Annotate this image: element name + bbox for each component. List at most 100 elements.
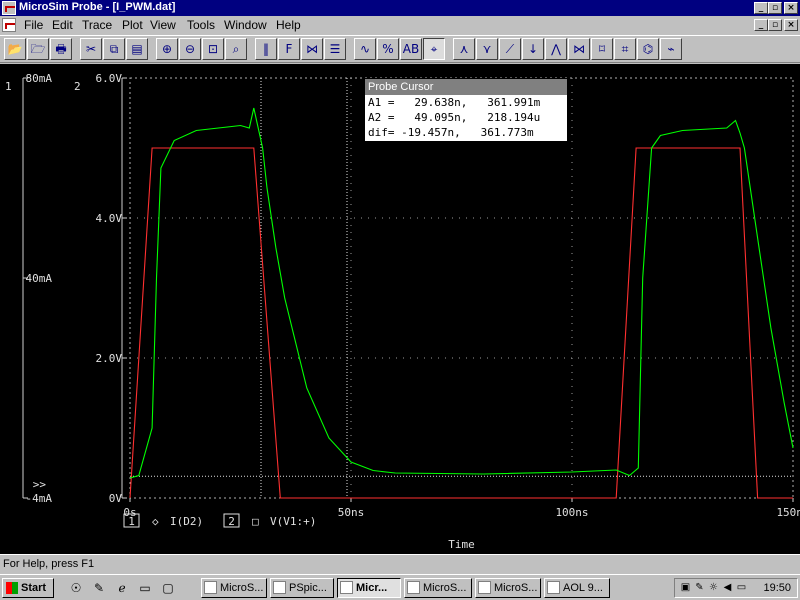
eval-goal-icon[interactable]: ☰ [324, 38, 346, 60]
axis1-tick-label: 80mA [26, 72, 53, 85]
legend-label-1: I(D2) [170, 515, 203, 528]
ie-icon[interactable]: ℯ [114, 580, 130, 596]
tray-speaker-icon[interactable]: ◀ [721, 581, 734, 594]
zoom-out-icon[interactable]: ⊖ [179, 38, 201, 60]
window-title: MicroSim Probe - [I_PWM.dat] [19, 1, 176, 13]
zoom-area-icon[interactable]: ⊡ [202, 38, 224, 60]
menu-trace[interactable]: Trace [82, 18, 112, 32]
mark-label-icon[interactable]: ⌬ [637, 38, 659, 60]
task-app-icon [340, 581, 353, 594]
tray-monitor-icon[interactable]: ▭ [735, 581, 748, 594]
x-tick-label: 150ns [776, 506, 800, 519]
close-icon[interactable]: × [784, 2, 798, 14]
axis2-tick-label: 6.0V [96, 72, 123, 85]
open-folder-icon[interactable]: 📂 [4, 38, 26, 60]
legend-index-2: 2 [228, 515, 235, 528]
cursor-max-icon[interactable]: ⋀ [545, 38, 567, 60]
cursor-min-icon[interactable]: ↓ [522, 38, 544, 60]
legend-label-2: V(V1:+) [270, 515, 316, 528]
label-mark-icon[interactable]: % [377, 38, 399, 60]
x-tick-label: 50ns [338, 506, 365, 519]
internet-icon[interactable]: ☉ [68, 580, 84, 596]
taskbar-task-4[interactable]: MicroS... [475, 578, 541, 598]
edit-icon[interactable]: ✎ [91, 580, 107, 596]
title-bar: MicroSim Probe - [I_PWM.dat] _ ▫ × [0, 0, 800, 16]
zoom-in-icon[interactable]: ⊕ [156, 38, 178, 60]
task-label: MicroS... [423, 582, 467, 594]
status-text: For Help, press F1 [3, 558, 95, 570]
taskbar-task-2[interactable]: Micr... [337, 578, 401, 598]
task-app-icon [407, 581, 420, 594]
cursor-search-icon[interactable]: ⌑ [591, 38, 613, 60]
axis2-tick-label: 2.0V [96, 352, 123, 365]
doc-close-icon[interactable]: × [784, 19, 798, 31]
taskbar-task-3[interactable]: MicroS... [404, 578, 472, 598]
tray-pen-icon[interactable]: ✎ [693, 581, 706, 594]
menu-help[interactable]: Help [276, 18, 301, 32]
tray-computer-icon[interactable]: ▣ [679, 581, 692, 594]
menu-edit[interactable]: Edit [52, 18, 73, 32]
cut-icon[interactable]: ✂ [80, 38, 102, 60]
minimize-icon[interactable]: _ [754, 2, 768, 14]
task-label: MicroS... [494, 582, 538, 594]
cursor-peak-icon[interactable]: ⋏ [453, 38, 475, 60]
cursor-next-icon[interactable]: ⌗ [614, 38, 636, 60]
task-label: AOL 9... [563, 582, 603, 594]
cursor-a1-readout: A1 = 29.638n, 361.991m [368, 96, 541, 109]
axis1-tick-label: 40mA [26, 272, 53, 285]
task-app-icon [204, 581, 217, 594]
paste-icon[interactable]: ▤ [126, 38, 148, 60]
print-icon[interactable]: 🖶 [50, 38, 72, 60]
maximize-icon[interactable]: ▫ [768, 2, 782, 14]
doc-minimize-icon[interactable]: _ [754, 19, 768, 31]
menu-view[interactable]: View [150, 18, 176, 32]
zoom-fit-icon[interactable]: ⌕ [225, 38, 247, 60]
task-label: MicroS... [220, 582, 264, 594]
copy-icon[interactable]: ⧉ [103, 38, 125, 60]
series-line-id2 [129, 107, 794, 479]
performance-icon[interactable]: ⋈ [301, 38, 323, 60]
cursor-point-icon[interactable]: ⋈ [568, 38, 590, 60]
cursor-mode-icon[interactable]: ⌖ [423, 38, 445, 60]
task-app-icon [273, 581, 286, 594]
series-line-vv1 [129, 147, 793, 499]
document-icon[interactable] [2, 18, 16, 32]
status-bar: For Help, press F1 [0, 554, 800, 574]
start-button[interactable]: Start [2, 578, 54, 598]
system-tray: ▣ ✎ ☼ ◀ ▭ 19:50 [674, 578, 798, 598]
legend-marker-1: ◇ [152, 515, 159, 528]
fft-icon[interactable]: F [278, 38, 300, 60]
taskbar-task-0[interactable]: MicroS... [201, 578, 267, 598]
doc-restore-icon[interactable]: ▫ [768, 19, 782, 31]
text-label-icon[interactable]: AB [400, 38, 422, 60]
axis2-tick-label: 0V [109, 492, 123, 505]
open-file-icon[interactable]: 🗁 [27, 38, 49, 60]
add-trace-icon[interactable]: ∿ [354, 38, 376, 60]
cursor-trough-icon[interactable]: ⋎ [476, 38, 498, 60]
menu-window[interactable]: Window [224, 18, 267, 32]
log-x-icon[interactable]: ‖ [255, 38, 277, 60]
cursor-slope-icon[interactable]: ⟋ [499, 38, 521, 60]
menu-file[interactable]: File [24, 18, 43, 32]
menu-bar: File Edit Trace Plot View Tools Window H… [0, 16, 800, 34]
menu-tools[interactable]: Tools [187, 18, 215, 32]
taskbar-task-1[interactable]: PSpic... [270, 578, 334, 598]
probe-cursor-title[interactable]: Probe Cursor [365, 79, 567, 95]
x-tick-label: 100ns [555, 506, 588, 519]
taskbar-task-5[interactable]: AOL 9... [544, 578, 610, 598]
folder-icon[interactable]: ▢ [160, 580, 176, 596]
axis2-tick-label: 4.0V [96, 212, 123, 225]
cursor-a2-readout: A2 = 49.095n, 218.194u [368, 111, 541, 124]
legend-marker-2: □ [252, 515, 259, 528]
axis2-tag: 2 [74, 80, 81, 93]
app-icon[interactable] [2, 1, 16, 15]
probe-cursor-window[interactable]: Probe Cursor A1 = 29.638n, 361.991m A2 =… [364, 78, 568, 142]
tray-sun-icon[interactable]: ☼ [707, 581, 720, 594]
mark-data-icon[interactable]: ⌁ [660, 38, 682, 60]
taskbar: Start ▣ ✎ ☼ ◀ ▭ 19:50 ☉ ✎ ℯ ▭ ▢ MicroS... PSpi… [0, 574, 800, 600]
task-app-icon [478, 581, 491, 594]
x-axis-label: Time [448, 538, 475, 551]
clock: 19:50 [763, 582, 791, 594]
desktop-icon[interactable]: ▭ [137, 580, 153, 596]
menu-plot[interactable]: Plot [122, 18, 143, 32]
